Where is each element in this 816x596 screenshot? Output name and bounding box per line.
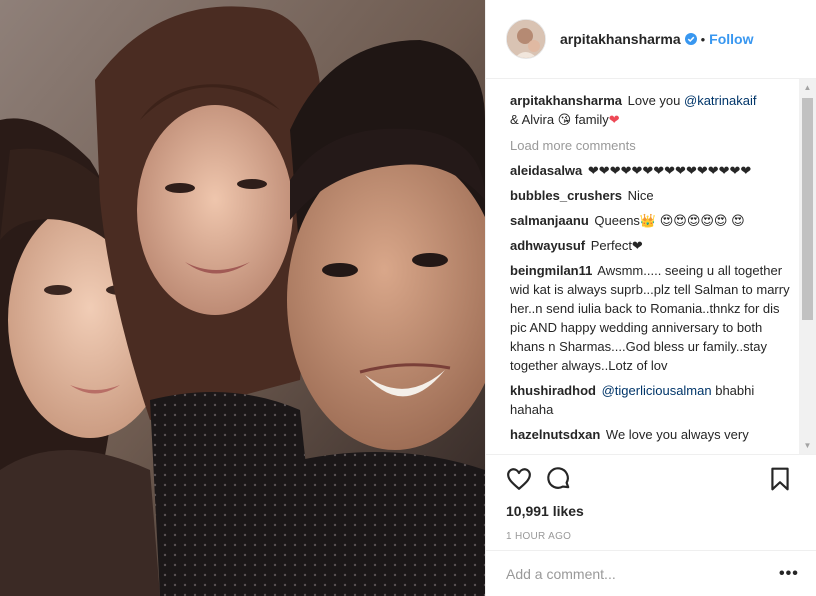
comment-mention[interactable]: @tigerliciousalman bbox=[602, 383, 712, 398]
comment: adhwayusuf Perfect❤ bbox=[510, 236, 793, 255]
comment: bubbles_crushers Nice bbox=[510, 186, 793, 205]
likes-count[interactable]: 10,991 likes bbox=[506, 503, 797, 519]
verified-badge-icon bbox=[684, 33, 697, 45]
caption-text: Love you bbox=[627, 93, 684, 108]
caption-username[interactable]: arpitakhansharma bbox=[510, 93, 622, 108]
comment: hazelnutsdxan We love you always very bbox=[510, 425, 793, 444]
post-header: arpitakhansharma • Follow bbox=[486, 0, 816, 79]
follow-button[interactable]: Follow bbox=[709, 31, 753, 47]
more-options-icon[interactable]: ••• bbox=[779, 565, 798, 583]
caption-text-2: & Alvira 😘 family bbox=[510, 112, 609, 127]
comment-text: Nice bbox=[627, 188, 654, 203]
scroll-down-arrow-icon[interactable]: ▼ bbox=[799, 437, 816, 454]
comment-username[interactable]: khushiradhod bbox=[510, 383, 596, 398]
comment: khushiradhod @tigerliciousalman bhabhi h… bbox=[510, 381, 793, 419]
comment-username[interactable]: salmanjaanu bbox=[510, 213, 589, 228]
comment-username[interactable]: beingmilan11 bbox=[510, 263, 592, 278]
comment-text: Awsmm..... seeing u all together wid kat… bbox=[510, 263, 790, 373]
comment-username[interactable]: bubbles_crushers bbox=[510, 188, 622, 203]
comment-username[interactable]: adhwayusuf bbox=[510, 238, 585, 253]
heart-icon[interactable] bbox=[506, 466, 532, 492]
comment-text: We love you always very bbox=[605, 427, 749, 442]
separator-dot: • bbox=[700, 31, 706, 47]
scroll-thumb[interactable] bbox=[802, 98, 813, 320]
username-link[interactable]: arpitakhansharma bbox=[560, 31, 681, 47]
comment: salmanjaanu Queens👑 😍😍😍😍😍 😍 bbox=[510, 211, 793, 230]
avatar[interactable] bbox=[506, 19, 546, 59]
comment-text: Perfect❤ bbox=[590, 238, 643, 253]
instagram-post: arpitakhansharma • Follow arpitakhanshar… bbox=[0, 0, 816, 596]
scroll-up-arrow-icon[interactable]: ▲ bbox=[799, 79, 816, 96]
load-more-comments-button[interactable]: Load more comments bbox=[510, 138, 793, 153]
post-actions: 10,991 likes 1 HOUR AGO bbox=[486, 454, 816, 542]
caption: arpitakhansharma Love you @katrinakaif &… bbox=[510, 91, 793, 129]
comments-scrollbar[interactable]: ▲ ▼ bbox=[799, 79, 816, 454]
add-comment-input[interactable] bbox=[506, 565, 779, 582]
post-sidebar: arpitakhansharma • Follow arpitakhanshar… bbox=[485, 0, 816, 596]
comments-list[interactable]: arpitakhansharma Love you @katrinakaif &… bbox=[486, 79, 816, 454]
post-timestamp[interactable]: 1 HOUR AGO bbox=[506, 531, 797, 542]
action-icons bbox=[506, 455, 797, 503]
comment: aleidasalwa ❤❤❤❤❤❤❤❤❤❤❤❤❤❤❤ bbox=[510, 161, 793, 180]
selfie-image bbox=[0, 0, 485, 596]
comment-text: ❤❤❤❤❤❤❤❤❤❤❤❤❤❤❤ bbox=[587, 163, 752, 178]
post-photo[interactable] bbox=[0, 0, 485, 596]
add-comment-bar: ••• bbox=[486, 550, 816, 596]
comment-icon[interactable] bbox=[546, 466, 572, 492]
caption-mention[interactable]: @katrinakaif bbox=[684, 93, 756, 108]
comment: beingmilan11 Awsmm..... seeing u all tog… bbox=[510, 261, 793, 375]
avatar-image bbox=[507, 20, 545, 58]
comment-username[interactable]: hazelnutsdxan bbox=[510, 427, 600, 442]
bookmark-icon[interactable] bbox=[767, 466, 793, 492]
comment-text: Queens👑 😍😍😍😍😍 😍 bbox=[594, 213, 745, 228]
comment-username[interactable]: aleidasalwa bbox=[510, 163, 582, 178]
heart-emoji: ❤ bbox=[608, 112, 620, 127]
